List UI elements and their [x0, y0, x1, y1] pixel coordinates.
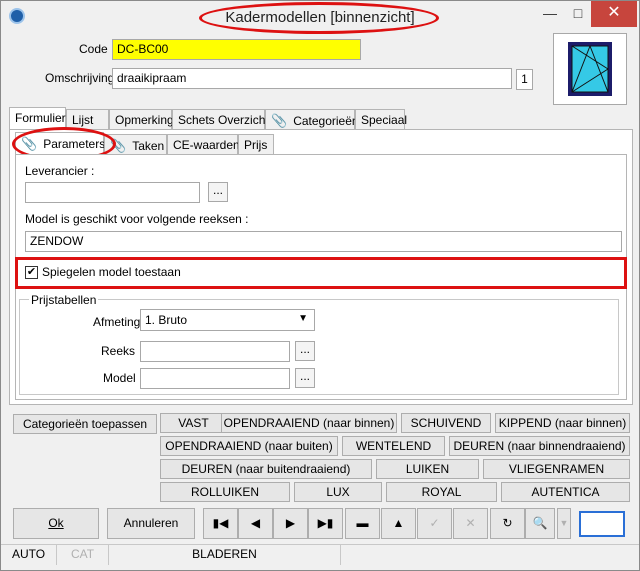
refresh-icon[interactable]: ↻ [490, 508, 525, 539]
first-record-icon[interactable]: ▮◀ [203, 508, 238, 539]
tab-ce-waarden[interactable]: CE-waarden [167, 134, 240, 155]
code-label: Code : [79, 42, 115, 56]
chevron-down-icon: ▼ [298, 313, 308, 324]
tab-speciaal-label: Speciaal [361, 113, 408, 127]
status-mode: BLADEREN [109, 545, 341, 565]
tab-formulier[interactable]: Formulier [9, 107, 66, 129]
minimize-icon[interactable]: — [535, 1, 565, 27]
kadermodellen-window: Kadermodellen [binnenzicht] — □ ✕ Code :… [0, 0, 640, 571]
reeks-field[interactable] [140, 341, 290, 362]
tab-lijst-label: Lijst [72, 113, 94, 127]
tab-prijs[interactable]: Prijs [238, 134, 274, 155]
cat-lux-button[interactable]: LUX [294, 482, 382, 502]
cat-royal-button[interactable]: ROYAL [386, 482, 497, 502]
tab-ce-waarden-label: CE-waarden [173, 138, 240, 152]
status-bar: AUTO CAT BLADEREN [1, 544, 639, 565]
cat-autentica-button[interactable]: AUTENTICA [501, 482, 630, 502]
search-icon[interactable]: 🔍 [525, 508, 555, 539]
edit-record-icon[interactable]: ▲ [381, 508, 416, 539]
post-edit-icon[interactable]: ✓ [417, 508, 452, 539]
delete-record-icon[interactable]: ▬ [345, 508, 380, 539]
tab-schets-overzicht-label: Schets Overzicht [178, 113, 269, 127]
title-bar: Kadermodellen [binnenzicht] — □ ✕ [1, 1, 639, 34]
spiegelen-checkbox[interactable]: ✔ [25, 266, 38, 279]
cat-luiken-button[interactable]: LUIKEN [376, 459, 479, 479]
model-label: Model [103, 371, 136, 385]
window-sketch-icon [568, 42, 612, 96]
cat-schuivend-button[interactable]: SCHUIVEND [401, 413, 491, 433]
categorieen-toepassen-button[interactable]: Categorieën toepassen [13, 414, 157, 434]
search-input[interactable] [579, 511, 625, 537]
cat-deuren-buiten-button[interactable]: DEUREN (naar buitendraaiend) [160, 459, 372, 479]
cancel-edit-icon[interactable]: ✕ [453, 508, 488, 539]
reeks-browse-button[interactable]: ... [295, 341, 315, 361]
previous-record-icon[interactable]: ◀ [238, 508, 273, 539]
omschrijving-field[interactable]: draaikipraam [112, 68, 512, 89]
leverancier-field[interactable] [25, 182, 200, 203]
ok-button[interactable]: Ok [13, 508, 99, 539]
tab-prijs-label: Prijs [244, 138, 268, 152]
cat-rolluiken-button[interactable]: ROLLUIKEN [160, 482, 290, 502]
afmeting-label: Afmeting [93, 315, 141, 329]
search-options-chevron-icon[interactable]: ▼ [557, 508, 571, 539]
tab-categorieen[interactable]: 📎 Categorieën [265, 109, 359, 130]
cat-vast-button[interactable]: VAST [160, 413, 227, 433]
close-icon[interactable]: ✕ [591, 1, 637, 27]
last-record-icon[interactable]: ▶▮ [308, 508, 343, 539]
cat-opendraaiend-buiten-button[interactable]: OPENDRAAIEND (naar buiten) [160, 436, 338, 456]
afmeting-value: 1. Bruto [145, 313, 188, 327]
model-field[interactable] [140, 368, 290, 389]
next-record-icon[interactable]: ▶ [273, 508, 308, 539]
tab-taken-label: Taken [132, 139, 165, 153]
cat-deuren-binnen-button[interactable]: DEUREN (naar binnendraaiend) [449, 436, 630, 456]
cat-opendraaiend-binnen-button[interactable]: OPENDRAAIEND (naar binnen) [221, 413, 397, 433]
cat-kippend-binnen-button[interactable]: KIPPEND (naar binnen) [495, 413, 630, 433]
tab-formulier-label: Formulier [15, 111, 66, 125]
tab-speciaal[interactable]: Speciaal [355, 109, 408, 130]
annuleren-button[interactable]: Annuleren [107, 508, 195, 539]
omschrijving-label: Omschrijving : [45, 71, 122, 85]
title-annotation-oval [199, 2, 439, 34]
prijstabellen-title: Prijstabellen [29, 293, 99, 307]
tab-opmerking-label: Opmerking [115, 113, 174, 127]
tab-categorieen-label: Categorieën [293, 114, 359, 128]
paperclip-icon: 📎 [271, 113, 288, 128]
model-thumbnail [553, 33, 627, 105]
tab-opmerking[interactable]: Opmerking [109, 109, 174, 130]
status-cat: CAT [57, 545, 109, 565]
cat-vliegenramen-button[interactable]: VLIEGENRAMEN [483, 459, 630, 479]
code-field[interactable]: DC-BC00 [112, 39, 361, 60]
spiegelen-label: Spiegelen model toestaan [42, 265, 181, 279]
leverancier-browse-button[interactable]: ... [208, 182, 228, 202]
reeksen-field[interactable]: ZENDOW [25, 231, 622, 252]
cat-wentelend-button[interactable]: WENTELEND [342, 436, 445, 456]
tab-schets-overzicht[interactable]: Schets Overzicht [172, 109, 269, 130]
model-browse-button[interactable]: ... [295, 368, 315, 388]
reeksen-label: Model is geschikt voor volgende reeksen … [25, 212, 249, 226]
omschrijving-count: 1 [516, 69, 533, 90]
reeks-label: Reeks [101, 344, 136, 358]
status-auto: AUTO [1, 545, 57, 565]
afmeting-select[interactable]: 1. Bruto ▼ [140, 309, 315, 331]
leverancier-label: Leverancier : [25, 164, 95, 178]
maximize-icon[interactable]: □ [563, 1, 593, 27]
